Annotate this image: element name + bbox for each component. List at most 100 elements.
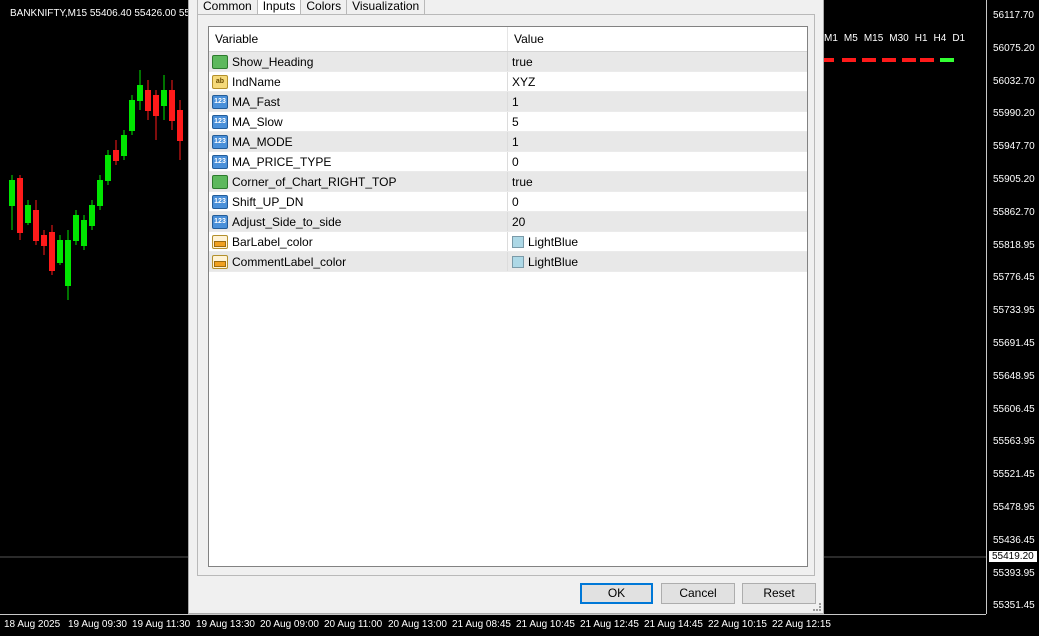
value-cell[interactable]: 0 (508, 192, 807, 211)
candle-body (177, 110, 183, 141)
variable-name: MA_Fast (232, 94, 281, 109)
variable-value: 1 (512, 94, 519, 109)
price-tick-label: 55818.95 (993, 239, 1035, 251)
ok-button[interactable]: OK (580, 583, 653, 604)
price-tick-label: 55606.45 (993, 403, 1035, 415)
timeframe-label: M1 (824, 33, 838, 44)
price-tick-label: 55776.45 (993, 272, 1035, 284)
table-row[interactable]: Show_Heading true (209, 52, 807, 72)
time-tick-label: 19 Aug 09:30 (68, 619, 127, 630)
timeframe-label: M30 (889, 33, 909, 44)
candle-body (17, 178, 23, 233)
value-cell[interactable]: LightBlue (508, 252, 807, 271)
time-tick-label: 21 Aug 10:45 (516, 619, 575, 630)
timeframe-label: M5 (843, 33, 858, 44)
boolean-icon (212, 54, 228, 69)
dash-h4 (920, 58, 934, 62)
tab-bar: Common Inputs Colors Visualization (197, 0, 426, 15)
time-tick-label: 19 Aug 11:30 (132, 619, 191, 630)
dash-m30 (882, 58, 896, 62)
time-tick-label: 20 Aug 09:00 (260, 619, 319, 630)
table-row[interactable]: 123 MA_PRICE_TYPE 0 (209, 152, 807, 172)
time-tick-label: 21 Aug 14:45 (644, 619, 703, 630)
color-swatch[interactable] (512, 255, 524, 268)
table-row[interactable]: ab IndName XYZ (209, 72, 807, 92)
tab-inputs[interactable]: Inputs (256, 0, 302, 15)
indicator-properties-dialog: Common Inputs Colors Visualization Varia… (188, 0, 824, 614)
variable-cell: BarLabel_color (209, 232, 508, 251)
variable-value: XYZ (512, 74, 536, 89)
current-price-label: 55419.20 (989, 551, 1037, 562)
candle-body (97, 180, 103, 206)
tab-colors[interactable]: Colors (300, 0, 348, 15)
time-tick-label: 21 Aug 08:45 (452, 619, 511, 630)
variable-value: 20 (512, 214, 526, 229)
table-row[interactable]: BarLabel_color LightBlue (209, 232, 807, 252)
value-cell[interactable]: 20 (508, 212, 807, 231)
reset-button[interactable]: Reset (742, 583, 816, 604)
price-tick-label: 55436.45 (993, 534, 1035, 546)
table-row[interactable]: Corner_of_Chart_RIGHT_TOP true (209, 172, 807, 192)
variable-cell: 123 Shift_UP_DN (209, 192, 508, 211)
chart-title: BANKNIFTY,M15 55406.40 55426.00 55 (10, 8, 190, 19)
variable-name: CommentLabel_color (232, 254, 347, 269)
column-header-variable[interactable]: Variable (209, 27, 508, 51)
color-icon (212, 254, 228, 269)
value-cell[interactable]: LightBlue (508, 232, 807, 251)
candle-body (41, 235, 47, 246)
number-icon: 123 (212, 134, 228, 149)
price-tick-label: 55691.45 (993, 338, 1035, 349)
price-tick-label: 55733.95 (993, 305, 1035, 317)
timeframe-label: H1 (914, 33, 928, 44)
value-cell[interactable]: 1 (508, 92, 807, 111)
price-tick-label: 55862.70 (993, 206, 1035, 218)
variable-cell: 123 MA_MODE (209, 132, 508, 151)
price-tick-label: 55947.70 (993, 141, 1035, 153)
dash-m5 (842, 58, 856, 62)
number-icon: 123 (212, 94, 228, 109)
value-cell[interactable]: true (508, 52, 807, 71)
table-row[interactable]: 123 Shift_UP_DN 0 (209, 192, 807, 212)
variable-cell: Corner_of_Chart_RIGHT_TOP (209, 172, 508, 191)
table-row[interactable]: 123 MA_Fast 1 (209, 92, 807, 112)
variable-name: MA_Slow (232, 114, 283, 129)
boolean-icon (212, 174, 228, 189)
value-cell[interactable]: 1 (508, 132, 807, 151)
value-cell[interactable]: true (508, 172, 807, 191)
resize-grip-icon[interactable] (813, 603, 821, 611)
candle-body (169, 90, 175, 121)
table-row[interactable]: 123 Adjust_Side_to_side 20 (209, 212, 807, 232)
price-tick-label: 55393.95 (993, 567, 1035, 579)
tab-visualization[interactable]: Visualization (346, 0, 426, 15)
variable-name: Adjust_Side_to_side (232, 214, 342, 229)
candle-body (145, 90, 151, 111)
candle-body (105, 155, 111, 181)
tab-common[interactable]: Common (197, 0, 258, 15)
timeframe-label: M15 (863, 33, 884, 44)
column-header-value[interactable]: Value (508, 27, 544, 51)
variable-value: true (512, 174, 533, 189)
variable-value: true (512, 54, 533, 69)
variable-value: 5 (512, 114, 519, 129)
candle-body (153, 95, 159, 116)
variable-cell: Show_Heading (209, 52, 508, 71)
value-cell[interactable]: 5 (508, 112, 807, 131)
inputs-panel: Variable Value Show_Heading true ab IndName… (197, 14, 815, 576)
variable-name: MA_MODE (232, 134, 293, 149)
time-tick-label: 22 Aug 12:15 (772, 619, 831, 630)
value-cell[interactable]: XYZ (508, 72, 807, 91)
table-row[interactable]: 123 MA_MODE 1 (209, 132, 807, 152)
color-swatch[interactable] (512, 235, 524, 248)
number-icon: 123 (212, 214, 228, 229)
value-cell[interactable]: 0 (508, 152, 807, 171)
inputs-table[interactable]: Variable Value Show_Heading true ab IndName… (208, 26, 808, 567)
candle-body (137, 85, 143, 101)
time-tick-label: 22 Aug 10:15 (708, 619, 767, 630)
timeframe-trend-dashes (824, 58, 954, 62)
time-tick-label: 18 Aug 2025 (4, 619, 61, 630)
table-row[interactable]: 123 MA_Slow 5 (209, 112, 807, 132)
cancel-button[interactable]: Cancel (661, 583, 735, 604)
table-row[interactable]: CommentLabel_color LightBlue (209, 252, 807, 272)
candle-body (121, 135, 127, 156)
candle-body (113, 150, 119, 161)
